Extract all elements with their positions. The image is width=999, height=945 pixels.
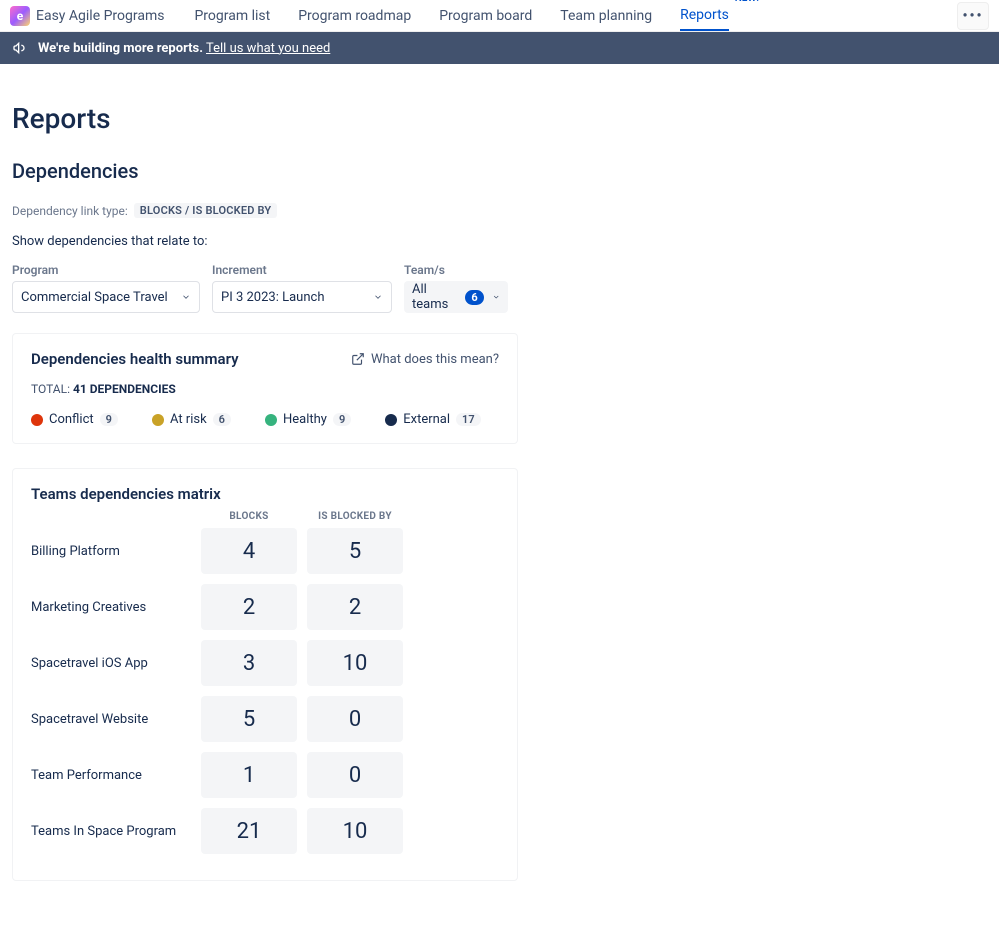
chevron-down-icon [181, 292, 191, 302]
matrix-title: Teams dependencies matrix [31, 485, 499, 503]
status-row: Conflict 9 At risk 6 Healthy 9 External … [31, 412, 499, 427]
dot-icon [31, 414, 43, 426]
megaphone-icon [12, 40, 28, 56]
status-count: 9 [100, 413, 118, 426]
matrix-header: BLOCKS IS BLOCKED BY [31, 511, 499, 522]
link-type-label: Dependency link type: [12, 204, 128, 218]
blocks-cell[interactable]: 4 [201, 528, 297, 574]
increment-select-value: PI 3 2023: Launch [221, 290, 324, 305]
external-link-icon [351, 352, 365, 366]
status-atrisk: At risk 6 [152, 412, 231, 427]
help-link-text: What does this mean? [371, 352, 499, 367]
blocks-cell[interactable]: 21 [201, 808, 297, 854]
announce-text: We're building more reports. [38, 41, 203, 56]
nav-reports-label: Reports [680, 7, 729, 23]
dot-icon [152, 414, 164, 426]
blocked-cell[interactable]: 5 [307, 528, 403, 574]
table-row: Billing Platform 4 5 [31, 528, 499, 574]
brand-name: Easy Agile Programs [36, 8, 164, 24]
section-title: Dependencies [12, 159, 987, 183]
teams-select[interactable]: All teams 6 [404, 281, 508, 313]
team-name: Team Performance [31, 768, 191, 783]
nav-program-board[interactable]: Program board [439, 2, 532, 30]
total-prefix: TOTAL: [31, 382, 70, 396]
status-external: External 17 [385, 412, 480, 427]
blocks-cell[interactable]: 2 [201, 584, 297, 630]
nav-team-planning[interactable]: Team planning [560, 2, 652, 30]
table-row: Team Performance 1 0 [31, 752, 499, 798]
filter-increment-label: Increment [212, 263, 392, 277]
filter-program: Program Commercial Space Travel [12, 263, 200, 313]
program-select-value: Commercial Space Travel [21, 290, 168, 305]
teams-count-badge: 6 [465, 290, 483, 305]
status-name: At risk [170, 412, 207, 427]
link-type-row: Dependency link type: BLOCKS / IS BLOCKE… [12, 203, 987, 218]
status-count: 9 [333, 413, 351, 426]
nav-links: Program list Program roadmap Program boa… [194, 1, 728, 31]
help-link[interactable]: What does this mean? [351, 352, 499, 367]
table-row: Marketing Creatives 2 2 [31, 584, 499, 630]
dot-icon [265, 414, 277, 426]
increment-select[interactable]: PI 3 2023: Launch [212, 281, 392, 313]
announcement-bar: We're building more reports. Tell us wha… [0, 32, 999, 64]
status-conflict: Conflict 9 [31, 412, 118, 427]
health-card-title: Dependencies health summary [31, 350, 239, 368]
link-type-value: BLOCKS / IS BLOCKED BY [134, 203, 278, 218]
total-value: 41 DEPENDENCIES [73, 382, 176, 396]
col-blocks: BLOCKS [201, 511, 297, 522]
dot-icon [385, 414, 397, 426]
teams-select-value: All teams [412, 282, 457, 312]
col-isblockedby: IS BLOCKED BY [307, 511, 403, 522]
table-row: Teams In Space Program 21 10 [31, 808, 499, 854]
chevron-down-icon [373, 292, 383, 302]
blocked-cell[interactable]: 2 [307, 584, 403, 630]
nav-reports[interactable]: Reports NEW! [680, 1, 729, 31]
nav-program-roadmap[interactable]: Program roadmap [298, 2, 411, 30]
announce-link[interactable]: Tell us what you need [206, 41, 330, 56]
matrix-card: Teams dependencies matrix BLOCKS IS BLOC… [12, 468, 518, 881]
relate-label: Show dependencies that relate to: [12, 234, 987, 249]
blocked-cell[interactable]: 0 [307, 752, 403, 798]
team-name: Marketing Creatives [31, 600, 191, 615]
more-icon: ••• [962, 8, 983, 24]
table-row: Spacetravel Website 5 0 [31, 696, 499, 742]
new-badge: NEW! [735, 0, 759, 4]
team-name: Spacetravel Website [31, 712, 191, 727]
chevron-down-icon [492, 292, 500, 302]
top-nav: e Easy Agile Programs Program list Progr… [0, 0, 999, 32]
filter-teams: Team/s All teams 6 [404, 263, 508, 313]
blocks-cell[interactable]: 1 [201, 752, 297, 798]
team-name: Spacetravel iOS App [31, 656, 191, 671]
program-select[interactable]: Commercial Space Travel [12, 281, 200, 313]
total-line: TOTAL: 41 DEPENDENCIES [31, 382, 499, 396]
status-count: 17 [456, 413, 481, 426]
nav-program-list[interactable]: Program list [194, 2, 270, 30]
more-menu-button[interactable]: ••• [957, 2, 989, 30]
blocks-cell[interactable]: 5 [201, 696, 297, 742]
blocks-cell[interactable]: 3 [201, 640, 297, 686]
blocked-cell[interactable]: 10 [307, 640, 403, 686]
team-name: Teams In Space Program [31, 824, 191, 839]
status-name: Healthy [283, 412, 327, 427]
filter-increment: Increment PI 3 2023: Launch [212, 263, 392, 313]
status-name: Conflict [49, 412, 94, 427]
status-healthy: Healthy 9 [265, 412, 351, 427]
page-title: Reports [12, 102, 987, 135]
brand[interactable]: e Easy Agile Programs [10, 6, 164, 26]
status-count: 6 [213, 413, 231, 426]
blocked-cell[interactable]: 10 [307, 808, 403, 854]
status-name: External [403, 412, 450, 427]
blocked-cell[interactable]: 0 [307, 696, 403, 742]
table-row: Spacetravel iOS App 3 10 [31, 640, 499, 686]
content: Reports Dependencies Dependency link typ… [0, 64, 999, 945]
filter-teams-label: Team/s [404, 263, 508, 277]
health-summary-card: Dependencies health summary What does th… [12, 333, 518, 444]
filters: Program Commercial Space Travel Incremen… [12, 263, 987, 313]
team-name: Billing Platform [31, 544, 191, 559]
brand-logo-icon: e [10, 6, 30, 26]
filter-program-label: Program [12, 263, 200, 277]
